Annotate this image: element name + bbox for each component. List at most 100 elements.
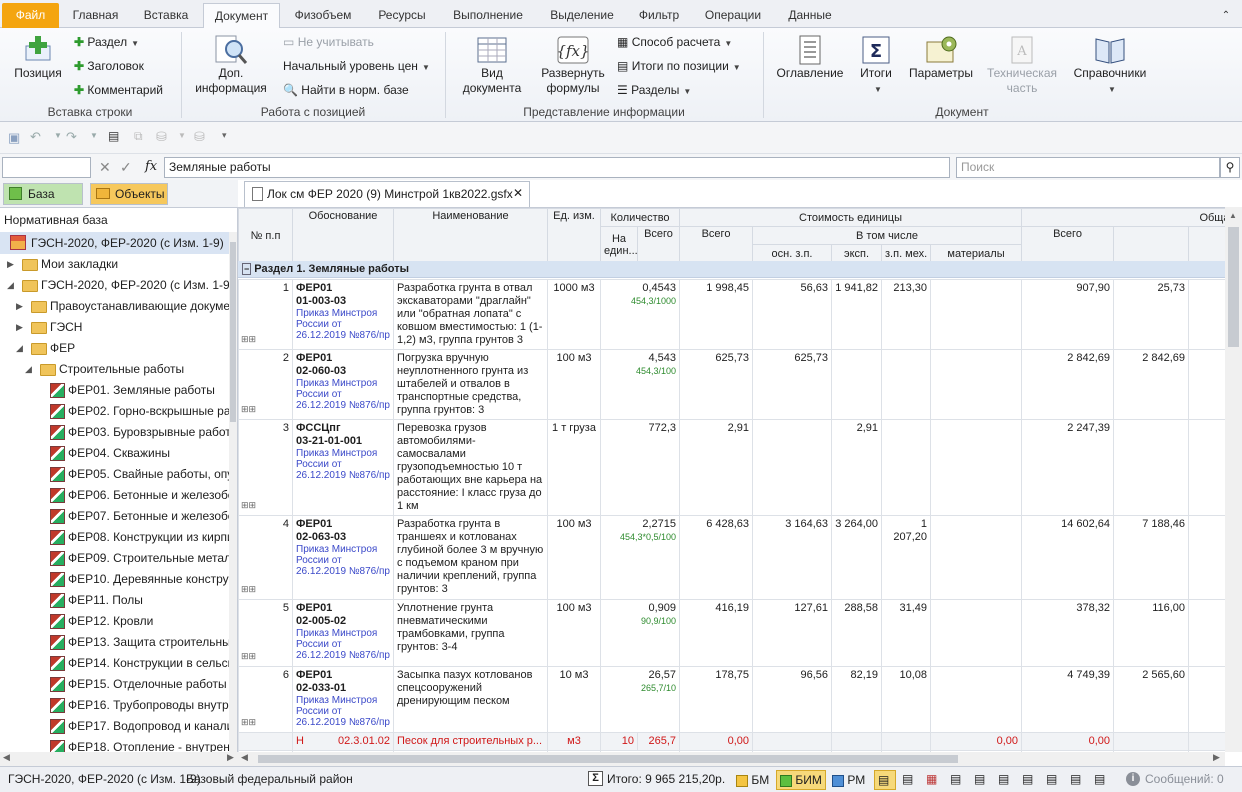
col-num[interactable]: № п.п: [238, 208, 293, 263]
close-icon[interactable]: ✕: [513, 186, 523, 200]
expand-icon[interactable]: ⊞⊞: [241, 583, 256, 596]
tree-item[interactable]: ▶ Правоустанавливающие документы: [0, 296, 229, 317]
col-u-exp[interactable]: эксп.: [831, 244, 883, 263]
view-toggle-2-icon[interactable]: ▤: [902, 772, 913, 786]
view-toggle-3-icon[interactable]: ▦: [926, 772, 937, 786]
basis-order-link[interactable]: Приказ Минстроя России от 26.12.2019 №87…: [296, 308, 390, 341]
tree-item[interactable]: ▶ ГЭСН: [0, 317, 229, 338]
chevron-down-icon[interactable]: ▼: [90, 131, 98, 140]
totals-by-pos-dropdown[interactable]: ▤ Итоги по позиции ▼: [617, 58, 741, 76]
tab-selection[interactable]: Выделение: [538, 3, 626, 28]
collapse-icon[interactable]: −: [242, 263, 252, 275]
tree-item[interactable]: ◢ ФЕР: [0, 338, 229, 359]
tech-part-button[interactable]: A Техническая часть: [983, 34, 1061, 96]
grid-hscrollbar[interactable]: ◀ ▶: [238, 752, 1225, 766]
collapse-icon[interactable]: ◢: [16, 338, 23, 359]
tab-resources[interactable]: Ресурсы: [366, 3, 438, 28]
tree-item[interactable]: ФЕР05. Свайные работы, опускные колодцы: [0, 464, 229, 485]
left-vscrollbar[interactable]: [229, 232, 237, 752]
col-u-all[interactable]: Всего: [679, 226, 754, 263]
tab-objects[interactable]: Объекты: [90, 183, 168, 205]
tree-item[interactable]: ФЕР13. Защита строительных конструкций: [0, 632, 229, 653]
section-button[interactable]: ✚ Раздел ▼: [74, 34, 139, 52]
tab-document[interactable]: Документ: [203, 3, 280, 28]
db-icon[interactable]: ⛁: [156, 129, 167, 145]
fx-icon[interactable]: fx: [145, 159, 157, 174]
col-total-cost[interactable]: Общая сто: [1021, 208, 1225, 227]
basis-order-link[interactable]: Приказ Минстроя России от 26.12.2019 №87…: [296, 695, 390, 728]
calc-method-dropdown[interactable]: ▦ Способ расчета ▼: [617, 34, 732, 52]
search-input[interactable]: Поиск: [956, 157, 1220, 178]
status-messages[interactable]: Сообщений: 0: [1145, 772, 1224, 786]
view-toggle-6-icon[interactable]: ▤: [998, 772, 1009, 786]
grid-hscroll-thumb[interactable]: [258, 755, 958, 763]
view-toggle-7-icon[interactable]: ▤: [1022, 772, 1033, 786]
cell-ref-input[interactable]: [2, 157, 91, 178]
view-toggle-5-icon[interactable]: ▤: [974, 772, 985, 786]
tab-physvolume[interactable]: Физобъем: [284, 3, 362, 28]
basis-order-link[interactable]: Приказ Минстроя России от 26.12.2019 №87…: [296, 544, 390, 577]
tree-item[interactable]: ФЕР09. Строительные металлические констр…: [0, 548, 229, 569]
db2-icon[interactable]: ⛁: [194, 129, 205, 145]
rtf-icon[interactable]: ▤: [108, 129, 119, 143]
table-row[interactable]: 1 ⊞⊞ ФЕР01 01-003-03 Приказ Минстроя России …: [238, 279, 1225, 350]
tab-file[interactable]: Файл: [2, 3, 59, 28]
params-button[interactable]: Параметры: [904, 34, 978, 81]
col-u-wage[interactable]: осн. з.п.: [752, 244, 833, 263]
table-row[interactable]: 4 ⊞⊞ ФЕР01 02-063-03 Приказ Минстроя России …: [238, 515, 1225, 600]
expand-icon[interactable]: ▶: [7, 254, 14, 275]
tree-item[interactable]: ▶ Мои закладки: [0, 254, 229, 275]
copy-icon[interactable]: ⧉: [134, 129, 143, 144]
doc-view-button[interactable]: Вид документа: [455, 34, 529, 96]
col-basis[interactable]: Обоснование: [292, 208, 394, 263]
tab-execution[interactable]: Выполнение: [442, 3, 534, 28]
scroll-up-icon[interactable]: ▲: [1229, 211, 1237, 220]
tab-home[interactable]: Главная: [63, 3, 128, 28]
col-qty[interactable]: Количество: [599, 208, 681, 227]
ignore-button[interactable]: ▭ Не учитывать: [283, 34, 374, 50]
expand-icon[interactable]: ▶: [16, 296, 23, 317]
scroll-right-icon[interactable]: ▶: [227, 752, 234, 763]
tab-data[interactable]: Данные: [778, 3, 842, 28]
view-toggle-10-icon[interactable]: ▤: [1094, 772, 1105, 786]
toc-button[interactable]: Оглавление: [772, 34, 848, 81]
tab-filter[interactable]: Фильтр: [630, 3, 688, 28]
bm-toggle[interactable]: БМ: [732, 770, 774, 790]
collapse-icon[interactable]: ◢: [7, 275, 14, 296]
section-row[interactable]: − Раздел 1. Земляные работы: [238, 261, 1225, 278]
left-vscroll-thumb[interactable]: [230, 242, 236, 422]
col-unit-cost[interactable]: Стоимость единицы: [679, 208, 1023, 227]
tree-item[interactable]: ◢ ГЭСН-2020, ФЕР-2020 (с Изм. 1-9): [0, 275, 229, 296]
tree-item[interactable]: ФЕР07. Бетонные и железобетонные констру…: [0, 506, 229, 527]
tree-item[interactable]: ФЕР15. Отделочные работы: [0, 674, 229, 695]
tree-item[interactable]: ФЕР02. Горно-вскрышные работы: [0, 401, 229, 422]
expand-formulas-button[interactable]: {fx} Развернуть формулы: [535, 34, 611, 96]
totals-button[interactable]: Σ Итоги ▼: [853, 34, 899, 97]
formula-input[interactable]: Земляные работы: [164, 157, 950, 178]
search-icon[interactable]: ⚲: [1220, 157, 1240, 178]
expand-icon[interactable]: ⊞⊞: [241, 333, 256, 346]
chevron-down-icon[interactable]: ▼: [178, 131, 186, 140]
find-in-base-button[interactable]: 🔍 Найти в норм. базе: [283, 82, 409, 98]
table-row[interactable]: 6 ⊞⊞ ФЕР01 02-033-01 Приказ Минстроя России …: [238, 666, 1225, 733]
expand-icon[interactable]: ⊞⊞: [241, 499, 256, 512]
tree-item[interactable]: ФЕР08. Конструкции из кирпича и блоков: [0, 527, 229, 548]
price-level-dropdown[interactable]: Начальный уровень цен ▼: [283, 58, 430, 76]
table-row[interactable]: 5 ⊞⊞ ФЕР01 02-005-02 Приказ Минстроя России …: [238, 599, 1225, 667]
tree-item[interactable]: ФЕР06. Бетонные и железобетонные констру…: [0, 485, 229, 506]
col-qty-total[interactable]: Всего: [636, 226, 681, 263]
resource-row[interactable]: Н 02.3.01.02 Песок для строительных р... м3…: [238, 732, 1225, 751]
tree-root[interactable]: ГЭСН-2020, ФЕР-2020 (с Изм. 1-9): [0, 232, 230, 254]
scroll-left-icon[interactable]: ◀: [241, 752, 248, 763]
scroll-left-icon[interactable]: ◀: [3, 752, 10, 763]
bim-toggle[interactable]: БИМ: [776, 770, 826, 790]
tree-item[interactable]: ФЕР12. Кровли: [0, 611, 229, 632]
col-u-mech[interactable]: з.п. мех.: [881, 244, 932, 263]
tree-item[interactable]: ФЕР10. Деревянные конструкции: [0, 569, 229, 590]
comment-button[interactable]: ✚ Комментарий: [74, 82, 163, 98]
grid-vscrollbar[interactable]: ▲: [1225, 207, 1242, 752]
tab-base[interactable]: База: [3, 183, 83, 205]
view-toggle-9-icon[interactable]: ▤: [1070, 772, 1081, 786]
cancel-icon[interactable]: ✕: [99, 159, 111, 176]
left-hscrollbar[interactable]: ◀ ▶: [0, 752, 238, 766]
